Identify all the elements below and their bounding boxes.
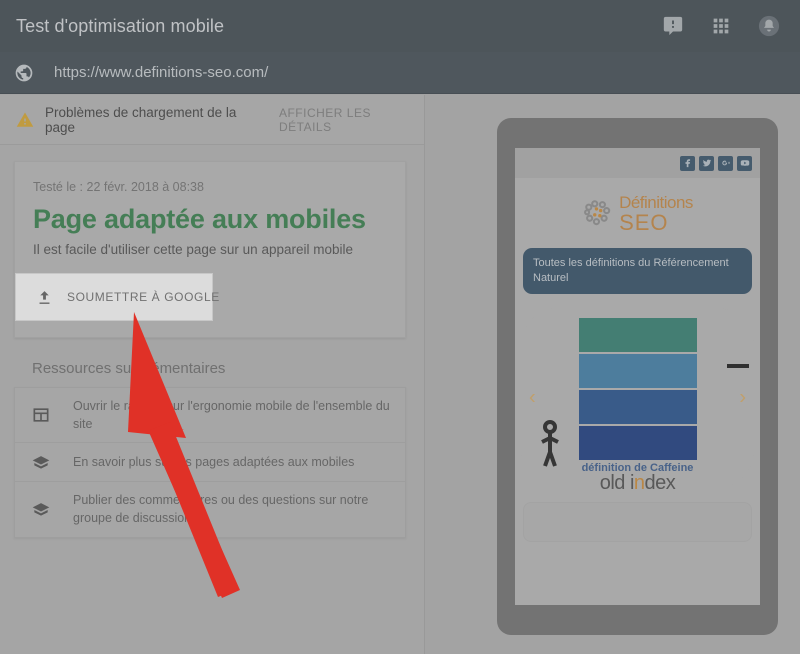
- list-item-label: Publier des commentaires ou des question…: [73, 493, 369, 526]
- carousel-band: [578, 389, 697, 424]
- facebook-icon[interactable]: [680, 155, 695, 171]
- card-spacer: [33, 321, 387, 337]
- list-item[interactable]: En savoir plus sur les pages adaptées au…: [15, 443, 405, 483]
- logo-dots-icon: [582, 197, 616, 231]
- header-actions: [662, 15, 780, 37]
- resources-heading: Ressources supplémentaires: [32, 360, 226, 377]
- preview-panel: Définitions SEO Toutes les définitions d…: [426, 95, 800, 654]
- notifications-bell-icon[interactable]: [758, 15, 780, 37]
- apps-grid-icon[interactable]: [710, 15, 732, 37]
- list-item[interactable]: Ouvrir le rapport sur l'ergonomie mobile…: [15, 388, 405, 444]
- page-load-issues-bar: Problèmes de chargement de la page AFFIC…: [0, 95, 424, 145]
- logo-text: Définitions SEO: [619, 194, 693, 234]
- carousel-band: [578, 317, 697, 352]
- dashboard-report-icon: [31, 405, 51, 425]
- warning-triangle-icon: [16, 111, 34, 129]
- verdict-subtitle: Il est facile d'utiliser cette page sur …: [33, 242, 353, 257]
- globe-icon: [14, 63, 34, 83]
- mobile-friendly-test-page: Test d'optimisation mobile https://www.d…: [0, 0, 800, 654]
- carousel-band: [578, 353, 697, 388]
- upload-icon: [36, 289, 53, 306]
- submit-to-google-button[interactable]: SOUMETTRE À GOOGLE: [15, 273, 219, 321]
- show-details-link[interactable]: AFFICHER LES DÉTAILS: [279, 106, 424, 134]
- tested-on-timestamp: Testé le : 22 févr. 2018 à 08:38: [33, 180, 204, 194]
- url-bar[interactable]: https://www.definitions-seo.com/: [0, 52, 800, 94]
- youtube-icon[interactable]: [737, 155, 752, 171]
- list-item-label: En savoir plus sur les pages adaptées au…: [73, 455, 355, 470]
- twitter-icon[interactable]: [699, 155, 714, 171]
- carousel-dash-mark: [727, 363, 749, 368]
- site-footer-box: [523, 501, 752, 542]
- page-load-issues-text: Problèmes de chargement de la page: [45, 104, 237, 135]
- app-header: Test d'optimisation mobile: [0, 0, 800, 52]
- graduation-cap-icon: [31, 499, 51, 519]
- submit-to-google-label: SOUMETTRE À GOOGLE: [67, 290, 220, 304]
- site-logo: Définitions SEO: [515, 178, 760, 244]
- carousel-bands: définition de Caffeine old index: [578, 317, 697, 495]
- carousel-next-arrow-icon[interactable]: ›: [739, 386, 746, 409]
- url-text: https://www.definitions-seo.com/: [54, 64, 269, 81]
- google-plus-icon[interactable]: [718, 155, 733, 171]
- feedback-icon[interactable]: [662, 15, 684, 37]
- caption-part-a: old i: [599, 471, 635, 494]
- carousel-caption-main: old index: [579, 472, 697, 495]
- carousel-band: [578, 425, 697, 460]
- carousel-prev-arrow-icon[interactable]: ‹: [529, 386, 536, 409]
- result-card: Testé le : 22 févr. 2018 à 08:38 Page ad…: [14, 161, 406, 338]
- list-item-label: Ouvrir le rapport sur l'ergonomie mobile…: [73, 399, 390, 432]
- caption-part-b: dex: [644, 471, 676, 494]
- site-banner: Toutes les définitions du Référencement …: [523, 248, 752, 294]
- phone-frame: Définitions SEO Toutes les définitions d…: [497, 118, 778, 635]
- caption-part-dot: n: [633, 471, 645, 494]
- resources-list: Ouvrir le rapport sur l'ergonomie mobile…: [14, 387, 406, 538]
- logo-line-2: SEO: [619, 210, 669, 235]
- page-title: Test d'optimisation mobile: [16, 15, 225, 36]
- list-item[interactable]: Publier des commentaires ou des question…: [15, 482, 405, 536]
- stickman-illustration-icon: [537, 419, 563, 470]
- social-bar: [515, 148, 760, 178]
- results-panel: Problèmes de chargement de la page AFFIC…: [0, 95, 425, 654]
- site-carousel: ‹ › définition de Caffeine old index: [521, 307, 754, 494]
- phone-screen: Définitions SEO Toutes les définitions d…: [515, 148, 760, 605]
- graduation-cap-icon: [31, 452, 51, 472]
- verdict-headline: Page adaptée aux mobiles: [33, 204, 366, 234]
